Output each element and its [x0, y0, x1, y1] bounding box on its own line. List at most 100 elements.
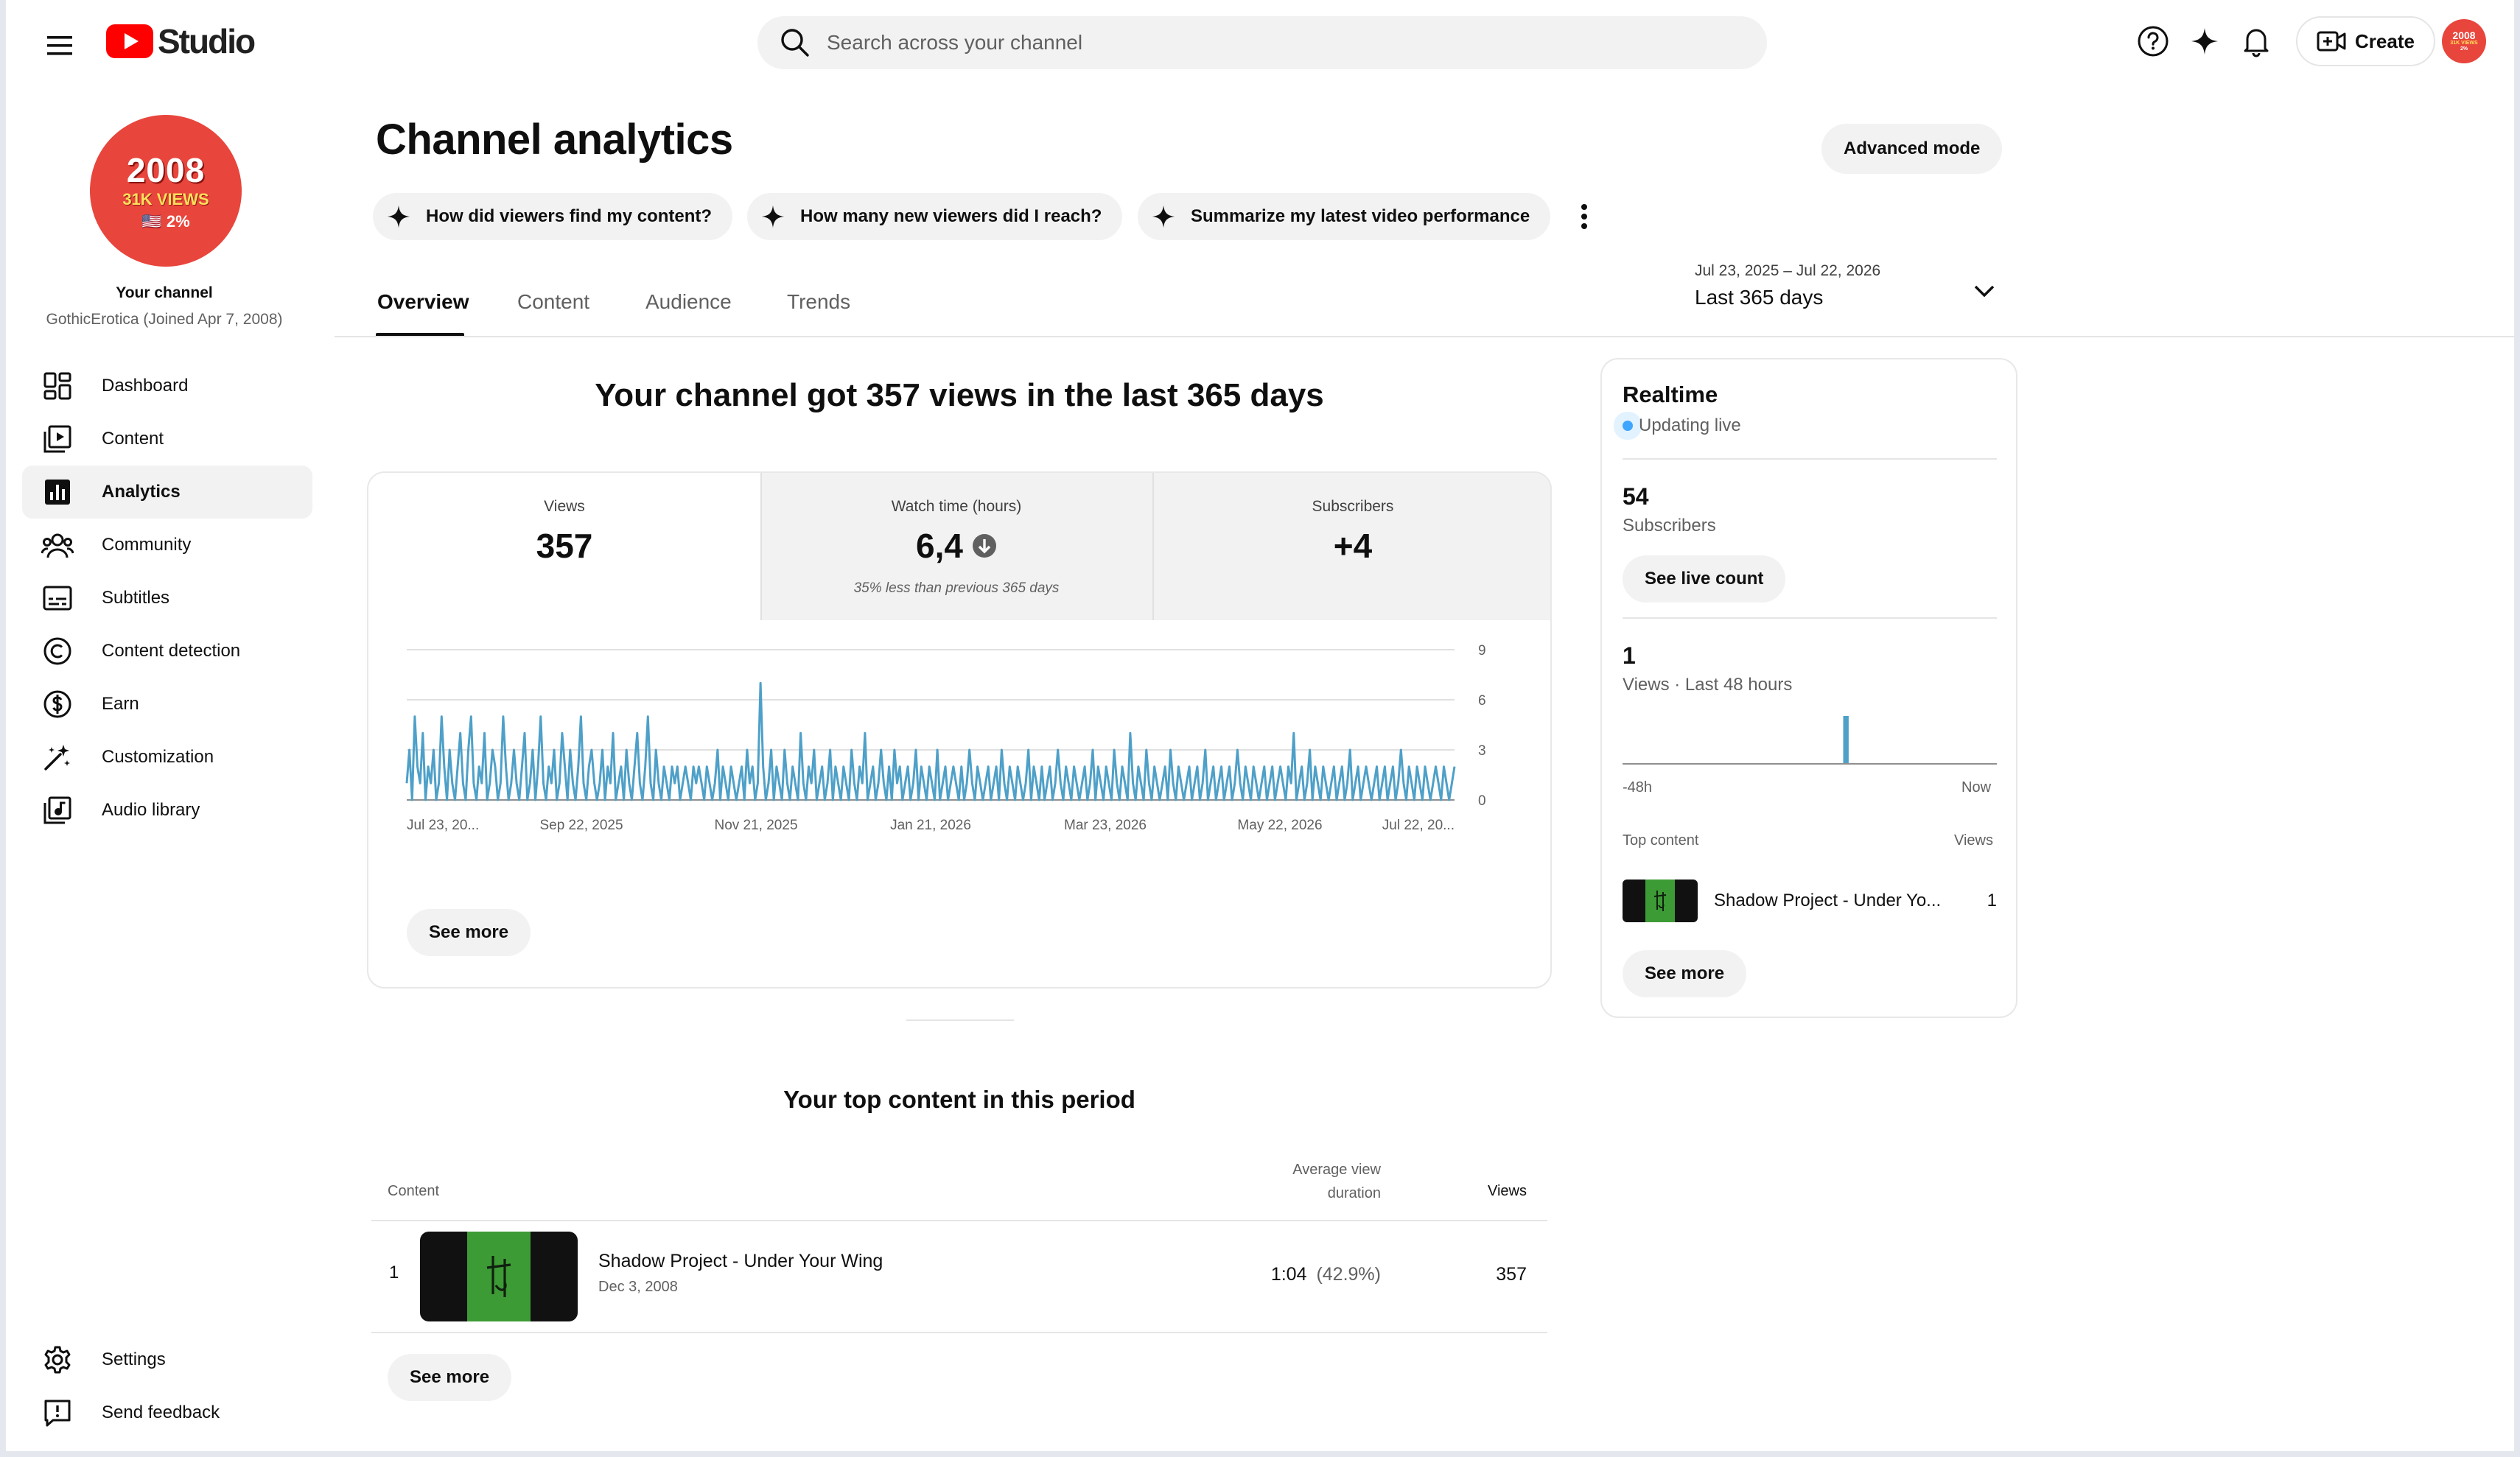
- metric-views-tab[interactable]: Views 357: [368, 473, 760, 620]
- date-range[interactable]: Jul 23, 2025 – Jul 22, 2026: [1695, 262, 1880, 280]
- your-channel-label: Your channel: [116, 284, 213, 301]
- top-content-title: Your top content in this period: [783, 1086, 1135, 1113]
- date-preset[interactable]: Last 365 days: [1695, 286, 1823, 309]
- search-icon: [781, 29, 809, 57]
- arrow-down-circle-icon: [972, 534, 996, 558]
- sparkle-icon: [761, 205, 785, 228]
- row-rank: 1: [389, 1263, 399, 1282]
- row-avd-value: 1:04: [1270, 1264, 1307, 1285]
- header-divider: [335, 336, 2514, 337]
- top-content-label: Top content: [1623, 832, 1699, 849]
- sidebar-item-settings[interactable]: Settings: [22, 1333, 312, 1386]
- sidebar-item-content-detection[interactable]: Content detection: [22, 625, 312, 678]
- page-title: Channel analytics: [376, 116, 733, 164]
- section-divider: [906, 1019, 1014, 1021]
- sidebar-item-customization[interactable]: Customization: [22, 731, 312, 784]
- sidebar-item-label: Audio library: [102, 800, 200, 820]
- help-button[interactable]: [2131, 19, 2175, 63]
- create-button[interactable]: Create: [2296, 16, 2435, 66]
- analytics-icon: [41, 476, 74, 508]
- menu-button[interactable]: [38, 24, 83, 68]
- sidebar-item-label: Send feedback: [102, 1402, 220, 1422]
- ai-prompt-chip[interactable]: Summarize my latest video performance: [1138, 193, 1551, 240]
- account-avatar[interactable]: 2008 31K VIEWS 2%: [2442, 19, 2486, 63]
- channel-avatar[interactable]: 2008 31K VIEWS 🇺🇸 2%: [90, 115, 242, 267]
- metric-divider: [1152, 473, 1154, 620]
- realtime-divider: [1623, 458, 1997, 460]
- search-bar[interactable]: [757, 16, 1767, 69]
- community-icon: [41, 529, 74, 561]
- row-title[interactable]: Shadow Project - Under Your Wing: [598, 1251, 883, 1272]
- views-series-line[interactable]: [405, 681, 1456, 801]
- video-add-icon: [2317, 31, 2346, 52]
- top-item-title: Shadow Project - Under Yo...: [1714, 891, 1942, 910]
- sidebar-item-send-feedback[interactable]: Send feedback: [22, 1386, 312, 1439]
- notifications-button[interactable]: [2234, 19, 2278, 63]
- sidebar-item-label: Community: [102, 535, 192, 555]
- table-row[interactable]: 1 Shadow Project - Under Your Wing Dec 3…: [371, 1221, 1547, 1332]
- x-tick-label: Sep 22, 2025: [539, 818, 623, 833]
- tab-overview[interactable]: Overview: [377, 290, 469, 314]
- x-tick-label: Jul 23, 20...: [407, 818, 479, 833]
- artwork-icon: [1653, 891, 1667, 911]
- advanced-mode-button[interactable]: Advanced mode: [1821, 124, 2003, 174]
- realtime-title: Realtime: [1623, 382, 1718, 407]
- chevron-down-icon: [1974, 285, 1995, 298]
- ai-prompt-chip[interactable]: How did viewers find my content?: [373, 193, 733, 240]
- avatar-pct: 2%: [2460, 46, 2468, 52]
- metric-subscribers-tab[interactable]: Subscribers +4: [1152, 473, 1550, 620]
- realtime-top-item[interactable]: Shadow Project - Under Yo... 1: [1623, 880, 1997, 922]
- copyright-icon: [41, 635, 74, 667]
- sidebar-item-label: Dashboard: [102, 376, 189, 396]
- see-live-count-button[interactable]: See live count: [1623, 555, 1786, 603]
- chip-label: How did viewers find my content?: [426, 206, 713, 226]
- create-label: Create: [2355, 29, 2415, 52]
- metric-divider: [760, 473, 762, 620]
- y-tick-label: 6: [1478, 693, 1486, 709]
- sidebar-item-content[interactable]: Content: [22, 412, 312, 466]
- date-dropdown-button[interactable]: [1966, 273, 2003, 309]
- sidebar-item-label: Earn: [102, 694, 139, 714]
- more-options-button[interactable]: [1567, 196, 1602, 237]
- sidebar-item-subtitles[interactable]: Subtitles: [22, 572, 312, 625]
- avatar-year: 2008: [2452, 29, 2476, 41]
- sidebar-item-dashboard[interactable]: Dashboard: [22, 359, 312, 412]
- help-icon: [2138, 26, 2169, 57]
- bell-icon: [2244, 29, 2269, 57]
- metric-label: Subscribers: [1312, 498, 1394, 515]
- sidebar-item-earn[interactable]: Earn: [22, 678, 312, 731]
- video-thumbnail[interactable]: [420, 1232, 578, 1321]
- row-views: 357: [1496, 1264, 1527, 1285]
- row-date: Dec 3, 2008: [598, 1279, 678, 1295]
- tab-audience[interactable]: Audience: [645, 290, 732, 314]
- search-input[interactable]: [827, 31, 1711, 55]
- see-more-button[interactable]: See more: [1623, 950, 1747, 997]
- studio-logo[interactable]: Studio: [106, 21, 256, 62]
- ai-prompt-chip[interactable]: How many new viewers did I reach?: [747, 193, 1123, 240]
- row-avd-percent: (42.9%): [1316, 1264, 1381, 1285]
- sidebar-item-audio-library[interactable]: Audio library: [22, 784, 312, 837]
- sidebar-item-label: Analytics: [102, 482, 181, 502]
- sparkle-icon: [387, 205, 410, 228]
- channel-badge-views: 31K VIEWS: [122, 190, 209, 208]
- sidebar-item-label: Content: [102, 429, 164, 449]
- gear-icon: [41, 1344, 74, 1376]
- realtime-bar[interactable]: [1843, 716, 1849, 763]
- see-more-button[interactable]: See more: [388, 1354, 512, 1401]
- axis-start-label: -48h: [1623, 779, 1653, 796]
- realtime-bar-chart: [1623, 716, 1997, 765]
- chip-label: How many new viewers did I reach?: [800, 206, 1102, 226]
- see-more-button[interactable]: See more: [407, 909, 531, 956]
- channel-badge-flag: 🇺🇸 2%: [141, 212, 190, 231]
- column-header-content: Content: [388, 1183, 440, 1199]
- tab-trends[interactable]: Trends: [787, 290, 850, 314]
- sidebar-item-community[interactable]: Community: [22, 519, 312, 572]
- metric-note: 35% less than previous 365 days: [853, 580, 1060, 596]
- sidebar-item-analytics[interactable]: Analytics: [22, 466, 312, 519]
- overview-card: Views 357 Watch time (hours) 6,4 35% les…: [367, 471, 1552, 989]
- tab-content[interactable]: Content: [517, 290, 589, 314]
- column-header-views: Views: [1488, 1183, 1527, 1199]
- metric-watch-time-tab[interactable]: Watch time (hours) 6,4 35% less than pre…: [760, 473, 1152, 620]
- views-label: Views · Last 48 hours: [1623, 675, 1793, 695]
- ai-assistant-button[interactable]: [2183, 19, 2227, 63]
